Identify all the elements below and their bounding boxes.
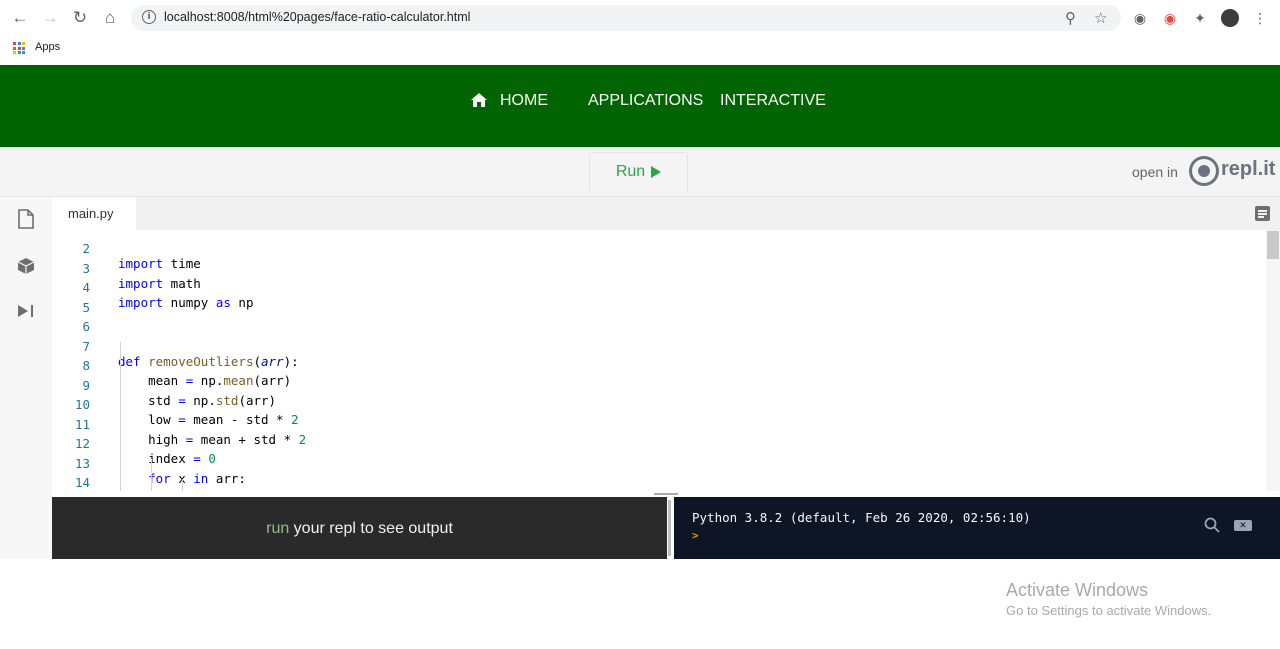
packages-icon[interactable] — [16, 256, 36, 276]
editor-scrollbar[interactable] — [1266, 230, 1280, 491]
files-icon[interactable] — [16, 209, 36, 229]
extension-red-icon[interactable]: ◉ — [1160, 8, 1180, 28]
activation-watermark-subtitle: Go to Settings to activate Windows. — [1006, 603, 1212, 618]
indent-guide — [120, 342, 121, 491]
console-pane[interactable]: Python 3.8.2 (default, Feb 26 2020, 02:5… — [674, 497, 1280, 559]
output-pane: run your repl to see output — [52, 497, 667, 559]
code-line: 12 index = 0 — [74, 436, 216, 466]
profile-avatar-icon[interactable] — [1220, 8, 1240, 28]
code-line: 3 import math — [82, 260, 201, 291]
back-icon[interactable]: ← — [10, 8, 30, 28]
site-info-icon[interactable]: i — [142, 10, 156, 24]
code-line: 13 for x in arr: — [74, 455, 246, 486]
indent-guide — [182, 479, 183, 491]
address-bar[interactable]: i localhost:8008/html%20pages/face-ratio… — [131, 5, 1121, 31]
code-line: 2 import time — [82, 241, 201, 271]
editor-tabs: main.py — [52, 197, 1280, 230]
camera-extension-icon[interactable]: ◉ — [1130, 8, 1150, 28]
code-editor[interactable]: 2 import time 3 import math 4 import num… — [52, 230, 1280, 491]
vertical-splitter[interactable] — [668, 500, 671, 556]
console-search-icon[interactable] — [1204, 517, 1222, 535]
output-placeholder: run your repl to see output — [266, 520, 453, 537]
code-line: 8 mean = np.mean(arr) — [82, 358, 292, 388]
indent-guide — [151, 459, 152, 491]
code-line: 9 std = np.std(arr) — [82, 377, 277, 408]
bookmark-star-icon[interactable]: ☆ — [1094, 9, 1107, 27]
home-browser-icon[interactable]: ⌂ — [100, 8, 120, 28]
extensions-puzzle-icon[interactable]: ✦ — [1190, 8, 1210, 28]
home-icon — [471, 93, 487, 107]
code-line: 6 — [82, 319, 90, 334]
nav-interactive[interactable]: INTERACTIVE — [720, 92, 826, 110]
activation-watermark-title: Activate Windows — [1006, 580, 1149, 600]
code-line: 14 if x < low or x > high: — [74, 475, 351, 491]
replit-logo-icon[interactable] — [1189, 156, 1219, 186]
browser-toolbar: ← → ↻ ⌂ i localhost:8008/html%20pages/fa… — [0, 0, 1280, 36]
nav-applications[interactable]: APPLICATIONS — [588, 92, 703, 110]
apps-bookmark[interactable]: Apps — [35, 41, 60, 53]
console-prompt[interactable]: > — [692, 529, 699, 542]
play-icon — [651, 166, 662, 178]
repl-toolbar: Run open in repl.it — [0, 147, 1280, 197]
code-line: 5 — [82, 299, 90, 315]
side-rail — [0, 197, 52, 559]
console-clear-icon[interactable]: ✕ — [1234, 520, 1252, 531]
apps-grid-icon[interactable] — [13, 42, 25, 54]
site-nav: HOME APPLICATIONS INTERACTIVE — [0, 65, 1280, 147]
open-in-label: open in — [1132, 164, 1178, 180]
code-line: 4 import numpy as np — [82, 280, 254, 310]
bookmarks-bar — [0, 36, 1280, 62]
run-button[interactable]: Run — [589, 152, 688, 191]
editor-menu-icon[interactable] — [1255, 206, 1270, 221]
reload-icon[interactable]: ↻ — [70, 8, 90, 28]
debugger-icon[interactable] — [16, 301, 36, 321]
forward-icon[interactable]: → — [40, 8, 60, 28]
run-label: Run — [615, 163, 646, 180]
code-line: 15 arr.pop(index) — [52, 480, 1262, 492]
splitter-handle[interactable] — [654, 493, 678, 495]
browser-menu-icon[interactable]: ⋮ — [1250, 8, 1270, 28]
code-line: 7 def removeOutliers(arr): — [82, 338, 299, 369]
code-line: 11 high = mean + std * 2 — [74, 416, 307, 447]
zoom-icon[interactable]: ⚲ — [1065, 9, 1076, 27]
url-text[interactable]: localhost:8008/html%20pages/face-ratio-c… — [164, 10, 470, 24]
editor-scroll-thumb[interactable] — [1267, 231, 1279, 259]
replit-brand[interactable]: repl.it — [1221, 158, 1275, 181]
code-line: 10 low = mean - std * 2 — [74, 397, 299, 427]
console-output: Python 3.8.2 (default, Feb 26 2020, 02:5… — [692, 510, 1031, 525]
nav-home[interactable]: HOME — [500, 92, 548, 110]
tab-main-py[interactable]: main.py — [52, 197, 136, 230]
